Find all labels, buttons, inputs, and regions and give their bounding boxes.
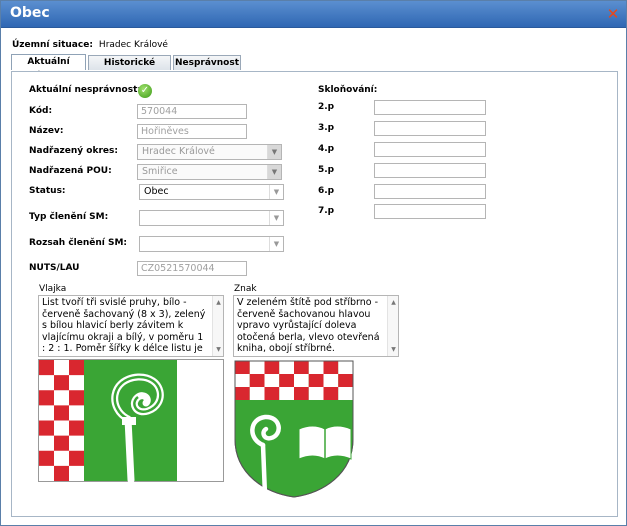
status-label: Status: xyxy=(29,186,66,196)
scrollbar[interactable]: ▲ ▼ xyxy=(212,296,223,356)
uzemni-value: Hradec Králové xyxy=(98,40,168,50)
status-value: Obec xyxy=(144,186,169,197)
case-6p-input[interactable] xyxy=(374,184,486,199)
nuts-field[interactable]: CZ0521570044 xyxy=(137,261,247,276)
case-5p-label: 5.p xyxy=(318,165,335,175)
book-icon xyxy=(298,425,352,460)
znak-textarea[interactable]: V zeleném štítě pod stříbrno - červeně š… xyxy=(233,295,399,357)
uzemni-label: Územní situace: xyxy=(12,40,93,50)
rozsah-cleneni-label: Rozsah členění SM: xyxy=(29,238,128,248)
okres-select[interactable]: Hradec Králové ▼ xyxy=(137,144,282,160)
nazev-label: Název: xyxy=(29,126,64,136)
znak-label: Znak xyxy=(234,284,257,294)
scroll-down-icon[interactable]: ▼ xyxy=(388,344,398,356)
sklonovani-label: Skloňování: xyxy=(318,85,378,95)
scroll-up-icon[interactable]: ▲ xyxy=(388,297,398,309)
close-icon[interactable]: ✕ xyxy=(606,7,620,22)
status-select[interactable]: Obec ▼ xyxy=(139,184,284,200)
vlajka-textarea[interactable]: List tvoří tři svislé pruhy, bílo - červ… xyxy=(38,295,224,357)
checker-pattern xyxy=(235,361,353,400)
obec-dialog: Obec ✕ Územní situace: Hradec Králové Akt… xyxy=(0,0,627,526)
nuts-label: NUTS/LAU xyxy=(29,263,80,273)
nazev-field[interactable]: Hořiněves xyxy=(137,124,247,139)
kod-label: Kód: xyxy=(29,106,53,116)
chevron-down-icon: ▼ xyxy=(269,237,283,251)
tab-panel: Aktuální nesprávnost: ✓ Kód: 570044 Náze… xyxy=(11,71,618,517)
tab-aktualni-udaje[interactable]: Aktuální údaje xyxy=(11,54,86,81)
pou-label: Nadřazená POU: xyxy=(29,166,112,176)
chevron-down-icon: ▼ xyxy=(269,185,283,199)
case-3p-label: 3.p xyxy=(318,123,335,133)
vlajka-text: List tvoří tři svislé pruhy, bílo - červ… xyxy=(42,297,206,356)
dialog-title: Obec xyxy=(10,5,50,21)
case-6p-label: 6.p xyxy=(318,186,335,196)
okres-label: Nadřazený okres: xyxy=(29,146,118,156)
case-2p-input[interactable] xyxy=(374,100,486,115)
aktualni-nespravnost-label: Aktuální nesprávnost: xyxy=(29,85,141,95)
chevron-down-icon: ▼ xyxy=(267,165,281,179)
rozsah-cleneni-select[interactable]: ▼ xyxy=(139,236,284,252)
kod-field[interactable]: 570044 xyxy=(137,104,247,119)
scroll-down-icon[interactable]: ▼ xyxy=(213,344,223,356)
znak-text: V zeleném štítě pod stříbrno - červeně š… xyxy=(237,297,380,354)
case-2p-label: 2.p xyxy=(318,102,335,112)
case-7p-input[interactable] xyxy=(374,204,486,219)
checkmark-icon: ✓ xyxy=(138,84,152,98)
dialog-body: Územní situace: Hradec Králové Aktuální ú… xyxy=(1,29,626,525)
scroll-up-icon[interactable]: ▲ xyxy=(213,297,223,309)
tab-historicke-udaje[interactable]: Historické údaje xyxy=(88,55,171,82)
znak-coat-of-arms-image xyxy=(234,360,354,498)
pou-value: Smiřice xyxy=(142,166,178,177)
case-4p-input[interactable] xyxy=(374,142,486,157)
case-5p-input[interactable] xyxy=(374,163,486,178)
uzemni-situace: Územní situace: Hradec Králové xyxy=(12,40,168,50)
chevron-down-icon: ▼ xyxy=(267,145,281,159)
case-3p-input[interactable] xyxy=(374,121,486,136)
vlajka-label: Vlajka xyxy=(39,284,67,294)
case-4p-label: 4.p xyxy=(318,144,335,154)
title-bar: Obec ✕ xyxy=(1,1,626,28)
typ-cleneni-label: Typ členění SM: xyxy=(29,212,109,222)
scrollbar[interactable]: ▲ ▼ xyxy=(387,296,398,356)
typ-cleneni-select[interactable]: ▼ xyxy=(139,210,284,226)
okres-value: Hradec Králové xyxy=(142,146,215,157)
tab-nespravnost[interactable]: Nesprávnost xyxy=(173,55,241,70)
vlajka-flag-image xyxy=(38,359,224,482)
chevron-down-icon: ▼ xyxy=(269,211,283,225)
case-7p-label: 7.p xyxy=(318,206,335,216)
pou-select[interactable]: Smiřice ▼ xyxy=(137,164,282,180)
